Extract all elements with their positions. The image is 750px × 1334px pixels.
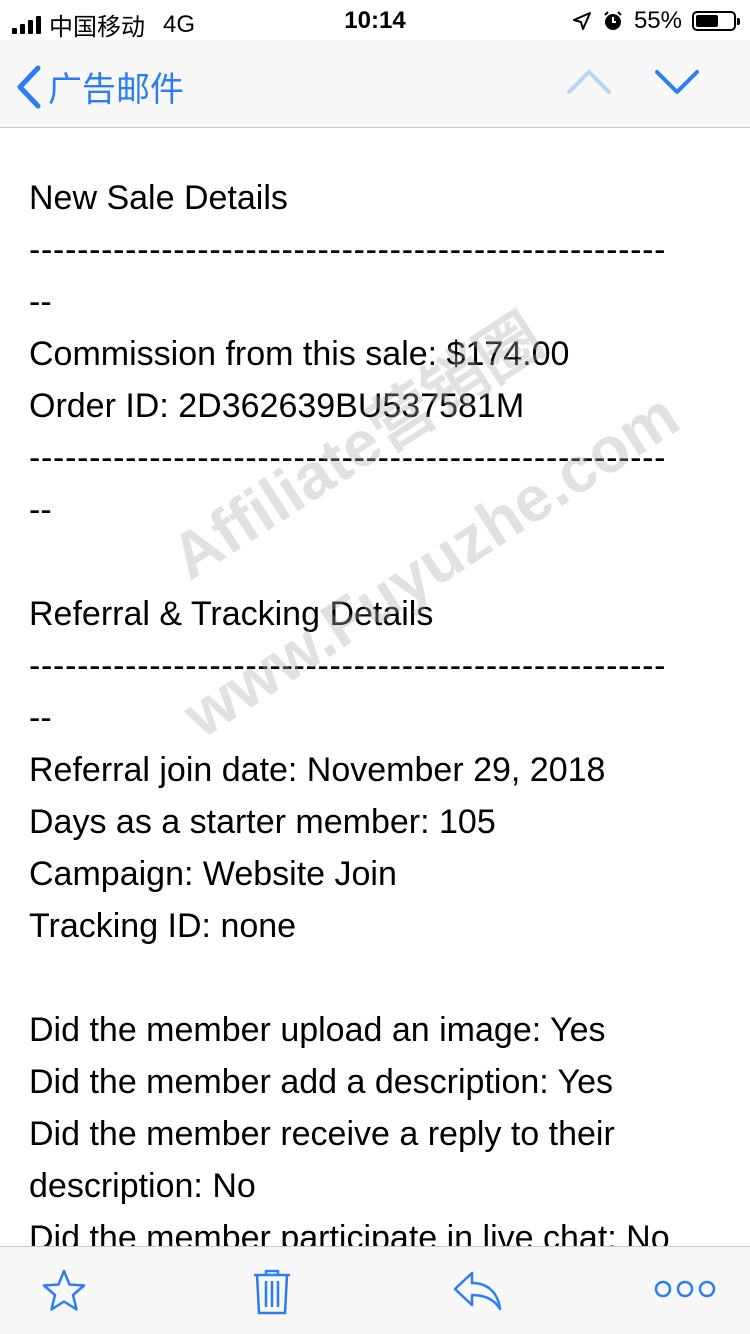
- reply-icon[interactable]: [452, 1267, 504, 1315]
- alarm-clock-icon: [604, 11, 622, 30]
- section-title: New Sale Details: [29, 179, 288, 217]
- order-id-line: Order ID: 2D362639BU537581M: [29, 387, 525, 425]
- status-bar-right: 55%: [572, 7, 740, 35]
- battery-icon: [692, 11, 740, 31]
- add-description-line: Did the member add a description: Yes: [29, 1063, 614, 1101]
- upload-image-line: Did the member upload an image: Yes: [29, 1011, 606, 1049]
- divider-text: ----------------------------------------…: [29, 231, 667, 269]
- more-icon[interactable]: [654, 1277, 716, 1301]
- battery-percent: 55%: [633, 7, 682, 34]
- navigation-bar: 广告邮件: [0, 40, 750, 128]
- trash-icon[interactable]: [250, 1267, 294, 1317]
- chevron-left-icon: [17, 65, 41, 108]
- tracking-id-line: Tracking ID: none: [29, 907, 297, 945]
- bottom-toolbar: [0, 1246, 750, 1334]
- divider-tail: --: [29, 491, 52, 529]
- location-arrow-icon: [572, 12, 591, 30]
- previous-message-button[interactable]: [566, 62, 612, 102]
- days-starter-line: Days as a starter member: 105: [29, 803, 496, 841]
- star-icon[interactable]: [40, 1267, 88, 1315]
- campaign-line: Campaign: Website Join: [29, 855, 397, 893]
- commission-line: Commission from this sale: $174.00: [29, 335, 570, 373]
- status-bar: 中国移动 4G 10:14 55%: [0, 0, 750, 41]
- next-message-button[interactable]: [654, 62, 700, 102]
- back-button-label: 广告邮件: [48, 71, 184, 109]
- referral-join-date-line: Referral join date: November 29, 2018: [29, 751, 606, 789]
- divider-tail: --: [29, 699, 52, 737]
- back-button[interactable]: 广告邮件: [16, 62, 184, 111]
- divider-text: ----------------------------------------…: [29, 439, 667, 477]
- divider-text: ----------------------------------------…: [29, 647, 667, 685]
- divider-tail: --: [29, 283, 52, 321]
- section-title: Referral & Tracking Details: [29, 595, 434, 633]
- receive-reply-line: Did the member receive a reply to their …: [29, 1115, 615, 1205]
- email-body: New Sale Details -----------------------…: [29, 172, 719, 1264]
